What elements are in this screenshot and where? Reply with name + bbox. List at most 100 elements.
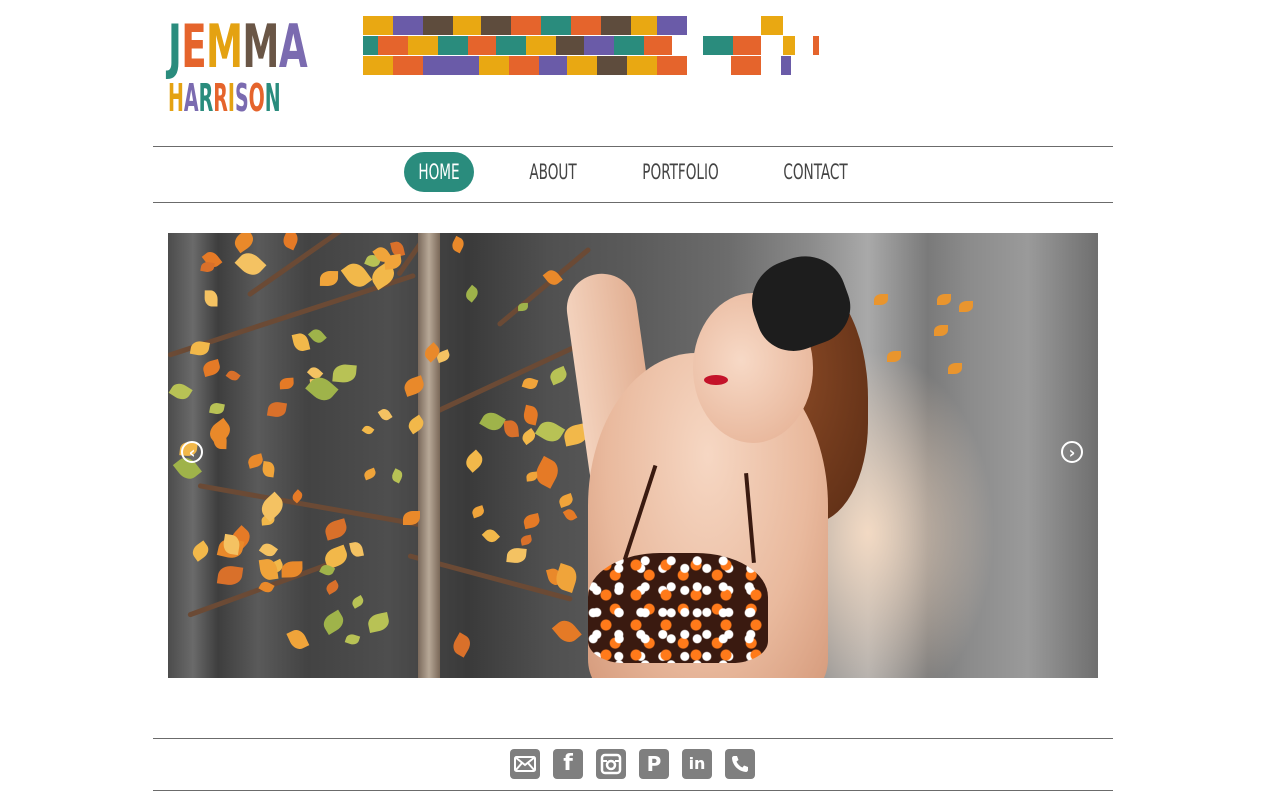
photo-leaf xyxy=(553,563,581,594)
chevron-left-icon: ‹ xyxy=(188,443,196,462)
photo-branch xyxy=(197,483,425,528)
page: JEMMA HARRISON HOME ABOUT PORTFOLIO CONT… xyxy=(153,0,1113,800)
mosaic-tile xyxy=(813,36,819,55)
photo-leaf xyxy=(958,300,973,312)
site-logo[interactable]: JEMMA HARRISON xyxy=(168,12,343,120)
photo-leaf xyxy=(525,471,538,482)
mosaic-tile xyxy=(453,16,481,35)
photo-leaf xyxy=(449,632,474,658)
facebook-icon: f xyxy=(563,751,573,776)
mosaic-tile xyxy=(733,36,761,55)
mosaic-tile xyxy=(627,56,657,75)
photo-leaf xyxy=(168,380,193,404)
photo-leaf xyxy=(280,233,300,251)
mosaic-tile xyxy=(567,56,597,75)
photo-leaf xyxy=(463,284,482,304)
photo-leaf xyxy=(562,506,578,523)
logo-letter: M xyxy=(206,12,243,82)
phone-button[interactable] xyxy=(725,749,755,779)
photo-leaf xyxy=(225,368,241,384)
photo-leaf xyxy=(378,407,393,423)
mosaic-tile xyxy=(511,16,541,35)
nav-bottom-divider xyxy=(153,202,1113,203)
footer-bottom-divider xyxy=(153,790,1113,791)
photo-leaf xyxy=(362,466,378,480)
logo-first-name: JEMMA xyxy=(168,12,308,82)
photo-leaf xyxy=(389,468,404,484)
mosaic-tile xyxy=(657,16,687,35)
mosaic-tile xyxy=(781,56,791,75)
mosaic-tile xyxy=(556,36,584,55)
photo-leaf xyxy=(519,427,538,445)
mosaic-tile xyxy=(657,56,687,75)
photo-leaf xyxy=(534,417,565,446)
mosaic-tile xyxy=(509,56,539,75)
mosaic-tile xyxy=(783,36,795,55)
mosaic-tile xyxy=(761,16,783,35)
mosaic-tile xyxy=(526,36,556,55)
nav-portfolio[interactable]: PORTFOLIO xyxy=(639,152,722,192)
photo-branch xyxy=(395,233,487,277)
photo-leaf xyxy=(522,404,541,426)
nav-contact[interactable]: CONTACT xyxy=(781,152,849,192)
photo-leaf xyxy=(552,616,583,647)
linkedin-button[interactable]: in xyxy=(682,749,712,779)
mosaic-tile xyxy=(363,16,393,35)
photo-leaf xyxy=(482,526,501,546)
logo-letter: E xyxy=(181,12,207,82)
photo-leaf xyxy=(204,290,218,307)
photo-leaf xyxy=(267,400,288,418)
photo-leaf xyxy=(261,460,276,478)
email-button[interactable] xyxy=(510,749,540,779)
photo-model-lips xyxy=(704,375,728,385)
slider-next-button[interactable]: › xyxy=(1061,441,1083,463)
hero-slideshow-image: ‹ › xyxy=(168,233,1098,678)
logo-letter: M xyxy=(242,12,279,82)
mosaic-tile xyxy=(541,16,571,35)
logo-letter: H xyxy=(168,76,184,120)
mosaic-tile xyxy=(393,16,423,35)
photo-leaf xyxy=(189,339,210,357)
photo-leaf xyxy=(886,350,901,362)
instagram-icon xyxy=(600,753,622,775)
photo-leaf xyxy=(319,609,347,635)
mosaic-tile xyxy=(481,16,511,35)
photo-leaf xyxy=(332,363,357,384)
photo-leaf xyxy=(259,540,279,559)
chevron-right-icon: › xyxy=(1068,443,1076,462)
logo-last-name: HARRISON xyxy=(168,76,281,120)
photo-leaf xyxy=(323,518,350,542)
mosaic-tile xyxy=(363,56,393,75)
slider-prev-button[interactable]: ‹ xyxy=(181,441,203,463)
photo-branch xyxy=(426,337,593,418)
photo-leaf xyxy=(344,632,360,647)
nav-home[interactable]: HOME xyxy=(414,152,464,192)
photo-leaf xyxy=(470,505,485,519)
photo-leaf xyxy=(520,535,533,546)
mosaic-tile xyxy=(731,56,761,75)
logo-letter: A xyxy=(278,12,308,82)
photo-leaf xyxy=(874,294,889,306)
mosaic-tile xyxy=(438,36,468,55)
photo-leaf xyxy=(319,270,339,286)
photo-leaf xyxy=(947,362,962,374)
photo-leaf xyxy=(348,540,364,559)
pinterest-button[interactable]: P xyxy=(639,749,669,779)
nav-about[interactable]: ABOUT xyxy=(524,152,582,192)
photo-leaf xyxy=(291,331,310,353)
mosaic-tile xyxy=(393,56,423,75)
facebook-button[interactable]: f xyxy=(553,749,583,779)
photo-model-top xyxy=(588,553,768,663)
mosaic-tile xyxy=(571,16,601,35)
mosaic-tile xyxy=(703,36,733,55)
photo-tree-trunk xyxy=(418,233,440,678)
photo-leaf xyxy=(548,366,570,386)
photo-leaf xyxy=(201,359,222,377)
instagram-button[interactable] xyxy=(596,749,626,779)
photo-leaf xyxy=(209,401,225,416)
email-icon xyxy=(514,756,536,772)
mosaic-tile xyxy=(363,36,378,55)
main-nav: HOME ABOUT PORTFOLIO CONTACT xyxy=(153,147,1113,202)
photo-leaf xyxy=(479,408,507,435)
mosaic-tile xyxy=(584,36,614,55)
